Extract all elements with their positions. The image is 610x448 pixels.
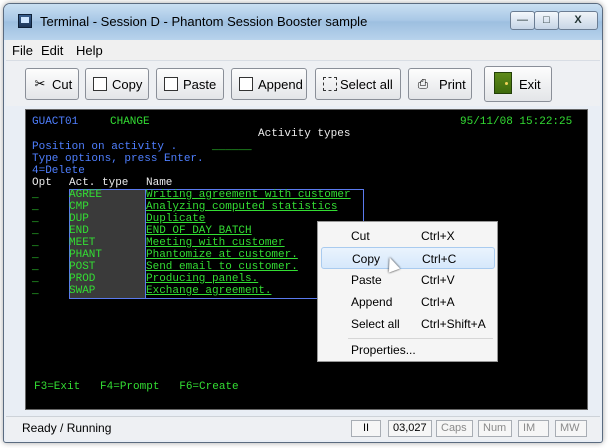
select-all-button-label: Select all bbox=[340, 77, 393, 92]
row-option-input[interactable]: _ bbox=[32, 201, 39, 213]
row-name: Producing panels. bbox=[146, 273, 259, 285]
menu-bar: File Edit Help bbox=[6, 40, 600, 60]
context-menu-shortcut: Ctrl+X bbox=[421, 229, 455, 243]
context-menu-shortcut: Ctrl+A bbox=[421, 295, 455, 309]
print-button[interactable]: ⎙ Print bbox=[408, 68, 472, 100]
append-button[interactable]: Append bbox=[231, 68, 307, 100]
context-menu-label: Cut bbox=[351, 229, 370, 243]
terminal-app-icon[interactable] bbox=[18, 14, 32, 28]
column-header-opt: Opt bbox=[32, 177, 52, 189]
row-name: Duplicate bbox=[146, 213, 206, 225]
menu-edit[interactable]: Edit bbox=[41, 43, 63, 58]
row-name: Analyzing computed statistics bbox=[146, 201, 338, 213]
context-menu-append[interactable]: Append Ctrl+A bbox=[321, 291, 495, 313]
row-option-input[interactable]: _ bbox=[32, 261, 39, 273]
context-menu: Cut Ctrl+X Copy Ctrl+C Paste Ctrl+V Appe… bbox=[317, 221, 498, 362]
toolbar: ✂ Cut Copy Paste Append Select all ⎙ Pri… bbox=[6, 60, 600, 106]
row-option-input[interactable]: _ bbox=[32, 213, 39, 225]
context-menu-label: Paste bbox=[351, 273, 382, 287]
row-code: PROD bbox=[69, 273, 96, 285]
context-menu-select-all[interactable]: Select all Ctrl+Shift+A bbox=[321, 313, 495, 335]
row-code: MEET bbox=[69, 237, 96, 249]
context-menu-label: Select all bbox=[351, 317, 400, 331]
row-option-input[interactable]: _ bbox=[32, 189, 39, 201]
paste-button[interactable]: Paste bbox=[156, 68, 224, 100]
row-code: PHANT bbox=[69, 249, 103, 261]
select-all-button[interactable]: Select all bbox=[315, 68, 401, 100]
copy-icon bbox=[93, 77, 107, 91]
paste-icon bbox=[164, 77, 178, 91]
insert-mode-indicator: IM bbox=[518, 420, 549, 437]
context-menu-copy[interactable]: Copy Ctrl+C bbox=[321, 247, 495, 269]
row-code: END bbox=[69, 225, 89, 237]
position-prompt: Position on activity . bbox=[32, 141, 178, 153]
title-bar[interactable]: Terminal - Session D - Phantom Session B… bbox=[4, 4, 602, 40]
caps-indicator: Caps bbox=[436, 420, 473, 437]
close-button[interactable]: X bbox=[558, 11, 598, 30]
row-option-input[interactable]: _ bbox=[32, 237, 39, 249]
context-menu-shortcut: Ctrl+V bbox=[421, 273, 455, 287]
message-waiting-indicator: MW bbox=[555, 420, 587, 437]
row-name: Meeting with customer bbox=[146, 237, 285, 249]
select-all-icon bbox=[323, 77, 337, 91]
date-time: 95/11/08 15:22:25 bbox=[460, 116, 573, 128]
context-menu-label: Append bbox=[351, 295, 393, 309]
row-code: AGREE bbox=[69, 189, 103, 201]
row-option-input[interactable]: _ bbox=[32, 285, 39, 297]
menu-file[interactable]: File bbox=[12, 43, 33, 58]
copy-button-label: Copy bbox=[112, 77, 143, 92]
context-menu-label: Properties... bbox=[351, 343, 416, 357]
exit-button-label: Exit bbox=[519, 77, 541, 92]
row-name: Exchange agreement. bbox=[146, 285, 272, 297]
cut-button[interactable]: ✂ Cut bbox=[25, 68, 79, 100]
context-menu-shortcut: Ctrl+Shift+A bbox=[421, 317, 486, 331]
context-menu-shortcut: Ctrl+C bbox=[422, 252, 457, 266]
context-menu-cut[interactable]: Cut Ctrl+X bbox=[321, 225, 495, 247]
row-option-input[interactable]: _ bbox=[32, 225, 39, 237]
status-text: Ready / Running bbox=[22, 421, 112, 435]
minimize-button[interactable]: — bbox=[510, 11, 535, 30]
context-menu-paste[interactable]: Paste Ctrl+V bbox=[321, 269, 495, 291]
context-menu-properties[interactable]: Properties... bbox=[321, 339, 495, 361]
program-name: GUACT01 bbox=[32, 116, 79, 128]
position-input[interactable]: ______ bbox=[212, 141, 252, 153]
cut-button-label: Cut bbox=[52, 77, 73, 92]
row-code: CMP bbox=[69, 201, 89, 213]
copy-button[interactable]: Copy bbox=[85, 68, 149, 100]
row-code: DUP bbox=[69, 213, 89, 225]
terminal-screen[interactable]: GUACT01 CHANGE 95/11/08 15:22:25 Activit… bbox=[25, 109, 588, 410]
row-option-input[interactable]: _ bbox=[32, 249, 39, 261]
row-code: POST bbox=[69, 261, 96, 273]
column-header-type: Act. type bbox=[69, 177, 129, 189]
function-key-legend: F3=Exit F4=Prompt F6=Create bbox=[34, 381, 239, 393]
scissors-icon: ✂ bbox=[34, 76, 46, 91]
append-icon bbox=[239, 77, 253, 91]
pause-indicator[interactable]: II bbox=[351, 420, 381, 437]
screen-mode: CHANGE bbox=[110, 116, 150, 128]
num-lock-indicator: Num bbox=[478, 420, 512, 437]
row-name: Writing agreement with customer bbox=[146, 189, 351, 201]
screen-heading: Activity types bbox=[258, 128, 351, 140]
menu-help[interactable]: Help bbox=[76, 43, 103, 58]
row-name: END OF DAY BATCH bbox=[146, 225, 252, 237]
cursor-position: 03,027 bbox=[388, 420, 432, 437]
print-button-label: Print bbox=[439, 77, 466, 92]
application-window: Terminal - Session D - Phantom Session B… bbox=[3, 3, 603, 443]
row-option-input[interactable]: _ bbox=[32, 273, 39, 285]
exit-door-icon bbox=[494, 72, 512, 94]
printer-icon: ⎙ bbox=[417, 76, 429, 91]
context-menu-label: Copy bbox=[352, 252, 381, 266]
option-delete: 4=Delete bbox=[32, 165, 85, 177]
status-bar: Ready / Running II 03,027 Caps Num IM MW bbox=[6, 416, 600, 440]
options-prompt: Type options, press Enter. bbox=[32, 153, 204, 165]
row-name: Send email to customer. bbox=[146, 261, 298, 273]
row-name: Phantomize at customer. bbox=[146, 249, 298, 261]
row-code: SWAP bbox=[69, 285, 96, 297]
window-title: Terminal - Session D - Phantom Session B… bbox=[40, 14, 368, 29]
maximize-button[interactable]: □ bbox=[534, 11, 559, 30]
column-header-name: Name bbox=[146, 177, 173, 189]
exit-button[interactable]: Exit bbox=[484, 66, 552, 102]
paste-button-label: Paste bbox=[183, 77, 217, 92]
append-button-label: Append bbox=[258, 77, 303, 92]
